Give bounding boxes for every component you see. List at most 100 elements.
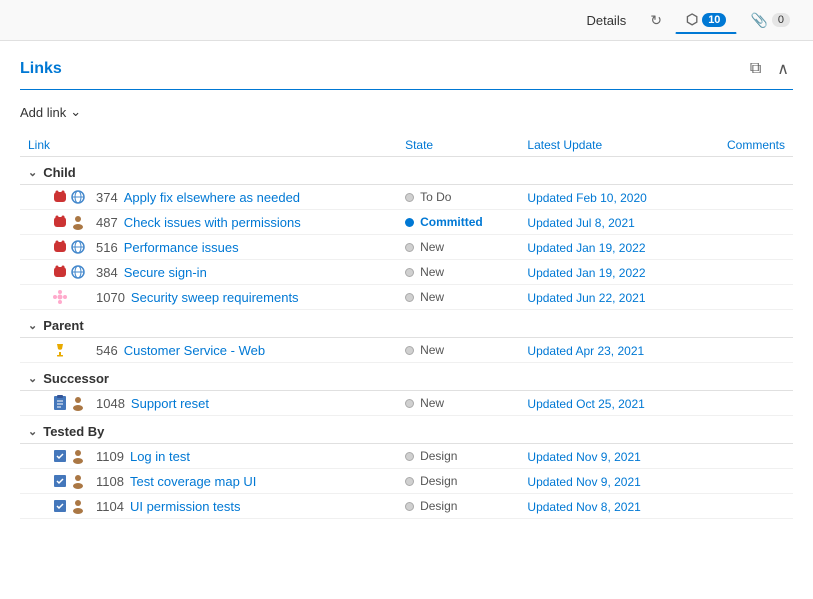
- link-text[interactable]: Check issues with permissions: [124, 215, 301, 230]
- expand-button[interactable]: ⧉: [746, 58, 765, 80]
- state-label: New: [420, 290, 444, 304]
- item-icon: [52, 473, 68, 489]
- links-count-badge: 10: [702, 13, 726, 27]
- item-icon: [70, 239, 86, 255]
- state-dot: [405, 293, 414, 302]
- chevron-icon: ⌄: [28, 425, 37, 438]
- update-date: Updated Nov 9, 2021: [527, 475, 640, 489]
- add-link-button[interactable]: Add link ⌄: [20, 100, 81, 124]
- item-icon: [70, 189, 86, 205]
- update-date: Updated Nov 8, 2021: [527, 500, 640, 514]
- table-row: 1109 Log in test Design Updated Nov 9, 2…: [20, 444, 793, 469]
- state-label: Committed: [420, 215, 483, 229]
- details-label: Details: [586, 13, 626, 28]
- link-text[interactable]: Customer Service - Web: [124, 343, 265, 358]
- toolbar: Details ↻ ⬡ 10 📎 0: [0, 0, 813, 41]
- link-text[interactable]: Apply fix elsewhere as needed: [124, 190, 300, 205]
- table-row: 384 Secure sign-in New Updated Jan 19, 2…: [20, 260, 793, 285]
- col-state-header: State: [397, 134, 519, 157]
- link-id: 1048: [96, 396, 125, 411]
- table-row: 374 Apply fix elsewhere as needed To Do …: [20, 185, 793, 210]
- state-dot: [405, 243, 414, 252]
- link-id: 384: [96, 265, 118, 280]
- item-icon: [70, 498, 86, 514]
- attachments-count-badge: 0: [772, 13, 790, 27]
- table-row: 1108 Test coverage map UI Design Updated…: [20, 469, 793, 494]
- state-dot: [405, 193, 414, 202]
- link-id: 1070: [96, 290, 125, 305]
- details-tab-button[interactable]: Details: [575, 8, 637, 33]
- chevron-icon: ⌄: [28, 319, 37, 332]
- update-date: Updated Apr 23, 2021: [527, 344, 644, 358]
- link-id: 1108: [96, 474, 124, 489]
- item-icon: [52, 395, 68, 411]
- comments-cell: [696, 285, 793, 310]
- link-text[interactable]: UI permission tests: [130, 499, 241, 514]
- update-date: Updated Nov 9, 2021: [527, 450, 640, 464]
- history-icon: ↻: [650, 12, 662, 29]
- state-dot: [405, 399, 414, 408]
- link-text[interactable]: Security sweep requirements: [131, 290, 299, 305]
- item-icon: [70, 214, 86, 230]
- state-dot: [405, 218, 414, 227]
- link-text[interactable]: Secure sign-in: [124, 265, 207, 280]
- state-label: Design: [420, 499, 457, 513]
- comments-cell: [696, 469, 793, 494]
- chevron-icon: ⌄: [28, 166, 37, 179]
- item-icon: [52, 189, 68, 205]
- link-id: 1104: [96, 499, 124, 514]
- paperclip-icon: 📎: [750, 12, 767, 29]
- link-text[interactable]: Test coverage map UI: [130, 474, 256, 489]
- links-icon: ⬡: [686, 11, 698, 28]
- group-row: ⌄ Parent: [20, 310, 793, 338]
- links-tab-button[interactable]: ⬡ 10: [675, 6, 737, 34]
- link-text[interactable]: Log in test: [130, 449, 190, 464]
- state-dot: [405, 268, 414, 277]
- link-text[interactable]: Support reset: [131, 396, 209, 411]
- links-panel: Links ⧉ ∧ Add link ⌄ Link State Latest U…: [0, 41, 813, 535]
- update-date: Updated Jan 19, 2022: [527, 241, 645, 255]
- links-table: Link State Latest Update Comments ⌄ Chil…: [20, 134, 793, 519]
- item-icon: [52, 289, 68, 305]
- table-row: 516 Performance issues New Updated Jan 1…: [20, 235, 793, 260]
- state-dot: [405, 502, 414, 511]
- group-row: ⌄ Tested By: [20, 416, 793, 444]
- add-link-label: Add link: [20, 105, 66, 120]
- link-id: 516: [96, 240, 118, 255]
- link-id: 374: [96, 190, 118, 205]
- add-link-chevron-icon: ⌄: [70, 104, 81, 120]
- table-row: 1070 Security sweep requirements New Upd…: [20, 285, 793, 310]
- collapse-icon: ∧: [777, 61, 789, 78]
- state-label: New: [420, 343, 444, 357]
- state-label: To Do: [420, 190, 451, 204]
- attachments-button[interactable]: 📎 0: [739, 7, 801, 34]
- link-text[interactable]: Performance issues: [124, 240, 239, 255]
- collapse-button[interactable]: ∧: [773, 57, 793, 81]
- table-row: 1104 UI permission tests Design Updated …: [20, 494, 793, 519]
- item-icon: [70, 395, 86, 411]
- link-id: 1109: [96, 449, 124, 464]
- col-latest-update-header: Latest Update: [519, 134, 696, 157]
- comments-cell: [696, 444, 793, 469]
- group-label: Successor: [43, 371, 109, 386]
- group-label: Tested By: [43, 424, 104, 439]
- links-header: Links ⧉ ∧: [20, 57, 793, 90]
- comments-cell: [696, 494, 793, 519]
- table-header-row: Link State Latest Update Comments: [20, 134, 793, 157]
- item-icon: [70, 448, 86, 464]
- comments-cell: [696, 338, 793, 363]
- table-row: 487 Check issues with permissions Commit…: [20, 210, 793, 235]
- item-icon: [70, 473, 86, 489]
- group-row: ⌄ Child: [20, 157, 793, 185]
- state-dot: [405, 452, 414, 461]
- history-button[interactable]: ↻: [639, 7, 673, 34]
- item-icon: [52, 264, 68, 280]
- links-actions: ⧉ ∧: [746, 57, 793, 81]
- group-row: ⌄ Successor: [20, 363, 793, 391]
- state-label: New: [420, 396, 444, 410]
- item-icon: [52, 239, 68, 255]
- col-comments-header: Comments: [696, 134, 793, 157]
- link-id: 546: [96, 343, 118, 358]
- state-label: New: [420, 240, 444, 254]
- chevron-icon: ⌄: [28, 372, 37, 385]
